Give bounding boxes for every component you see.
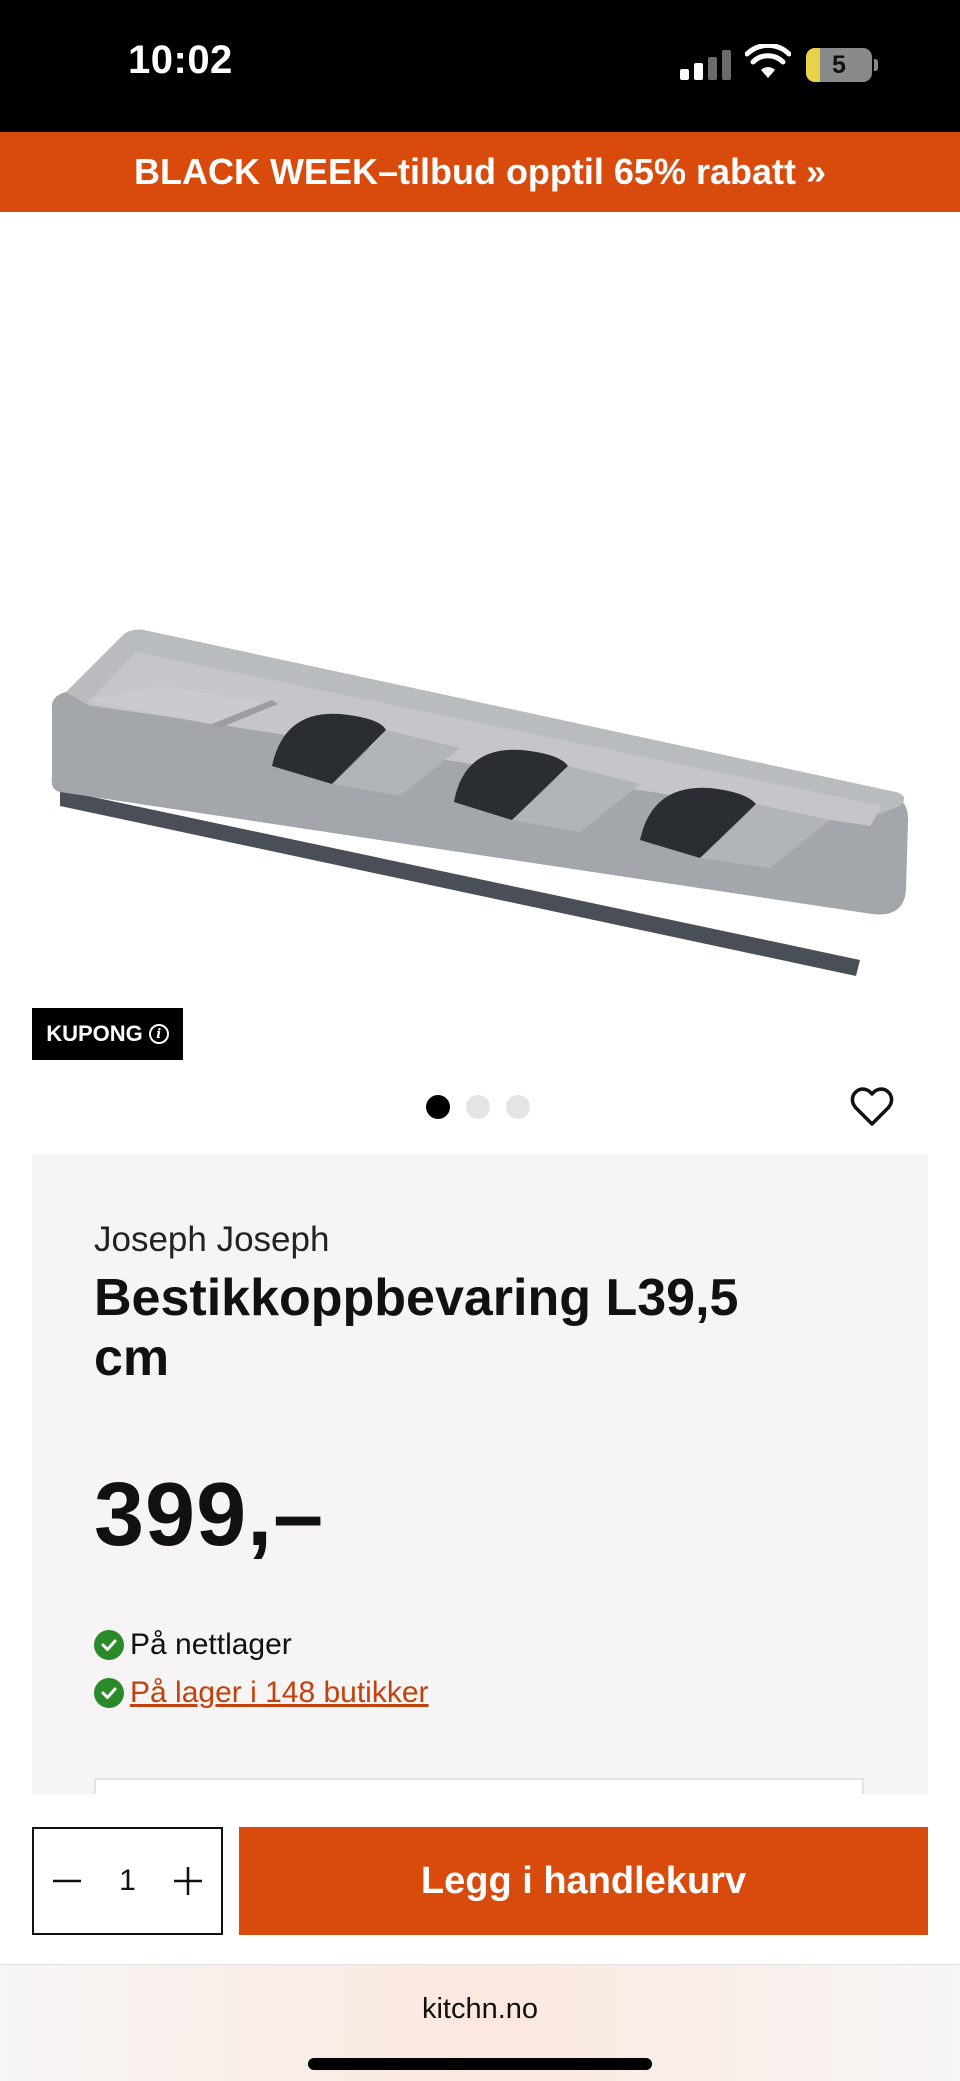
wifi-icon bbox=[745, 44, 791, 78]
product-price: 399,– bbox=[94, 1465, 325, 1565]
battery-icon: 5 bbox=[806, 48, 878, 82]
url-text[interactable]: kitchn.no bbox=[0, 1993, 960, 2026]
check-icon bbox=[94, 1630, 124, 1660]
gallery-dot[interactable] bbox=[426, 1095, 450, 1119]
minus-icon[interactable] bbox=[50, 1864, 84, 1898]
add-to-cart-bar: 1 Legg i handlekurv bbox=[0, 1794, 960, 1964]
heart-icon[interactable] bbox=[848, 1083, 896, 1131]
quantity-value[interactable]: 1 bbox=[119, 1864, 136, 1898]
status-bar: 10:02 5 bbox=[0, 0, 960, 132]
status-time: 10:02 bbox=[128, 38, 233, 82]
product-brand[interactable]: Joseph Joseph bbox=[94, 1220, 329, 1260]
check-icon bbox=[94, 1678, 124, 1708]
product-image[interactable] bbox=[40, 600, 920, 1040]
gallery-dot[interactable] bbox=[506, 1095, 530, 1119]
stock-online-label: På nettlager bbox=[130, 1628, 292, 1661]
product-info-card: Joseph Joseph Bestikkoppbevaring L39,5 c… bbox=[32, 1154, 928, 1818]
coupon-badge[interactable]: KUPONG i bbox=[32, 1008, 183, 1060]
stock-stores-link[interactable]: På lager i 148 butikker bbox=[130, 1676, 429, 1710]
add-to-cart-button[interactable]: Legg i handlekurv bbox=[239, 1827, 928, 1935]
coupon-label: KUPONG bbox=[46, 1021, 143, 1046]
battery-level-text: 5 bbox=[832, 50, 846, 79]
gallery-dot[interactable] bbox=[466, 1095, 490, 1119]
product-title: Bestikkoppbevaring L39,5 cm bbox=[94, 1269, 739, 1387]
plus-icon[interactable] bbox=[171, 1864, 205, 1898]
gallery-pagination bbox=[426, 1095, 530, 1119]
promo-banner[interactable]: BLACK WEEK–tilbud opptil 65% rabatt » bbox=[0, 132, 960, 212]
home-indicator[interactable] bbox=[308, 2058, 652, 2070]
info-icon: i bbox=[148, 1024, 169, 1044]
quantity-stepper: 1 bbox=[32, 1827, 223, 1935]
stock-online: På nettlager bbox=[94, 1628, 292, 1662]
signal-icon bbox=[680, 50, 732, 80]
browser-bar: kitchn.no bbox=[0, 1964, 960, 2081]
stock-stores: På lager i 148 butikker bbox=[94, 1676, 429, 1710]
